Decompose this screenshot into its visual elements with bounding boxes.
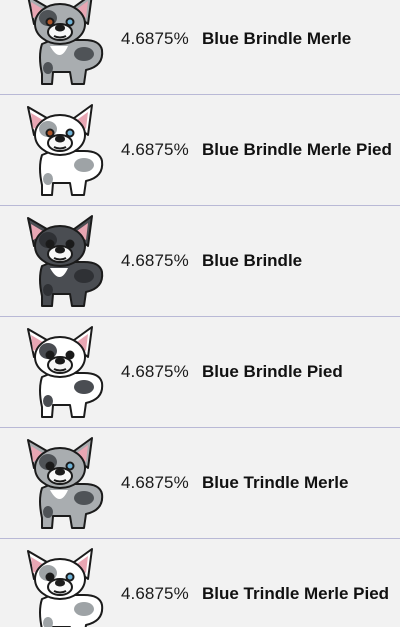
coat-color-list: 4.6875% Blue Brindle Merle 4.6875% Blue …: [0, 0, 400, 627]
coat-name-label: Blue Trindle Merle Pied: [202, 584, 390, 603]
french-bulldog-icon: [18, 0, 108, 94]
list-item[interactable]: 4.6875% Blue Trindle Merle Pied: [0, 539, 400, 627]
coat-name-label: Blue Brindle: [202, 251, 303, 270]
list-item[interactable]: 4.6875% Blue Brindle Merle Pied: [0, 95, 400, 205]
percentage-label: 4.6875%: [121, 473, 189, 492]
coat-name-label: Blue Brindle Merle: [202, 29, 352, 48]
percentage-label: 4.6875%: [121, 140, 189, 159]
coat-name-label: Blue Trindle Merle: [202, 473, 349, 492]
percentage-label: 4.6875%: [121, 251, 189, 270]
percentage-label: 4.6875%: [121, 584, 189, 603]
coat-name-label: Blue Brindle Merle Pied: [202, 140, 392, 159]
coat-name-label: Blue Brindle Pied: [202, 362, 343, 381]
list-item[interactable]: 4.6875% Blue Brindle Pied: [0, 317, 400, 427]
percentage-label: 4.6875%: [121, 29, 189, 48]
french-bulldog-icon: [18, 428, 108, 538]
list-item[interactable]: 4.6875% Blue Trindle Merle: [0, 428, 400, 538]
list-item[interactable]: 4.6875% Blue Brindle: [0, 206, 400, 316]
french-bulldog-icon: [18, 206, 108, 316]
french-bulldog-icon: [18, 539, 108, 627]
list-item[interactable]: 4.6875% Blue Brindle Merle: [0, 0, 400, 94]
french-bulldog-icon: [18, 95, 108, 205]
percentage-label: 4.6875%: [121, 362, 189, 381]
french-bulldog-icon: [18, 317, 108, 427]
